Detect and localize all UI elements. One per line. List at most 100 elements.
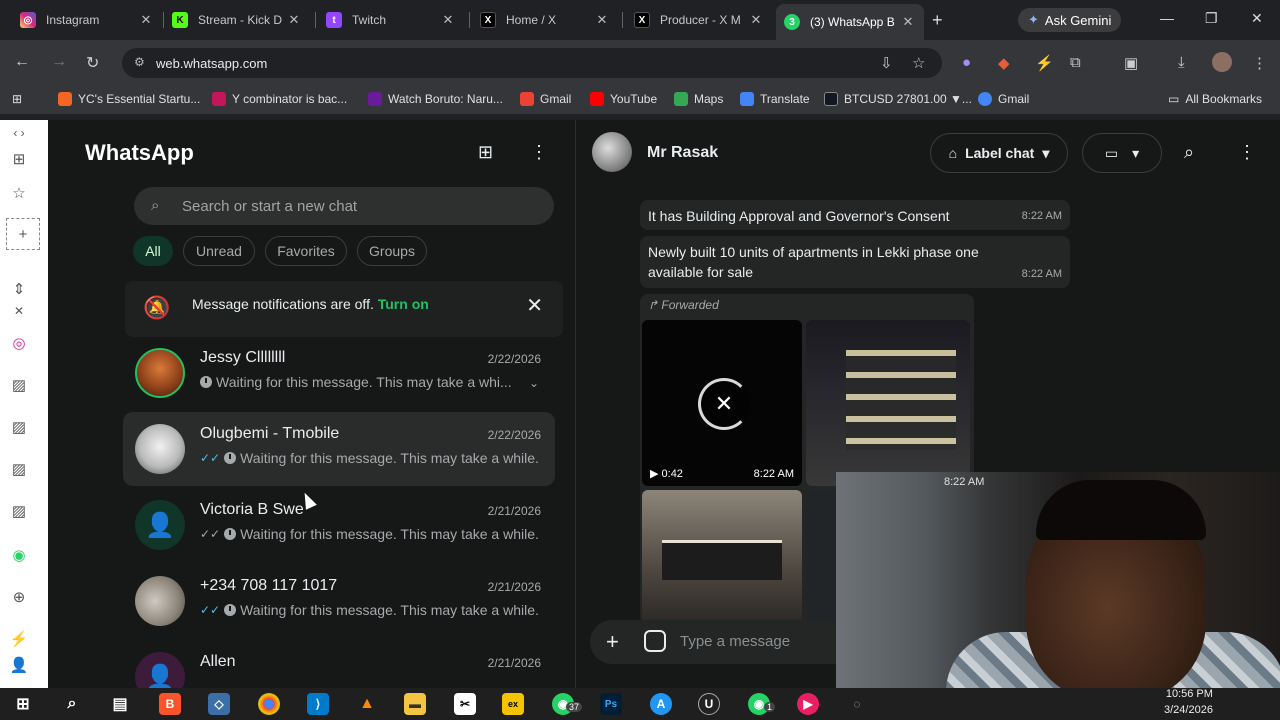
close-tab-icon[interactable]: ✕ <box>900 14 916 30</box>
extensions-puzzle-icon[interactable]: ⧉ <box>1070 54 1081 71</box>
tab-instagram[interactable]: ◎ Instagram ✕ <box>12 4 162 36</box>
browser-menu-icon[interactable]: ⋮ <box>1252 54 1267 72</box>
capcut-icon[interactable]: ✂ <box>454 693 476 715</box>
extension-icon[interactable]: ● <box>962 54 971 71</box>
new-tab-button[interactable]: + <box>932 10 943 31</box>
whatsapp-icon[interactable]: ◉ <box>8 544 30 566</box>
close-window-icon[interactable]: ✕ <box>1251 10 1263 27</box>
file-explorer-icon[interactable]: ▬ <box>404 693 426 715</box>
brave-icon[interactable]: B <box>159 693 181 715</box>
bookmark-item[interactable]: Watch Boruto: Naru... <box>368 92 503 106</box>
minimize-icon[interactable]: — <box>1160 10 1174 26</box>
bookmark-item[interactable]: Maps <box>674 92 723 106</box>
filter-groups[interactable]: Groups <box>357 236 427 266</box>
tab-home-x[interactable]: X Home / X ✕ <box>472 4 618 36</box>
filter-unread[interactable]: Unread <box>183 236 255 266</box>
new-chat-icon[interactable]: ⊞ <box>478 142 493 163</box>
chrome-icon[interactable] <box>258 693 280 715</box>
grid-icon[interactable]: ⊞ <box>8 148 30 170</box>
image-icon[interactable]: ▨ <box>8 500 30 522</box>
image-icon[interactable]: ▨ <box>8 374 30 396</box>
site-settings-icon[interactable]: ⚙ <box>134 55 145 69</box>
ask-gemini-button[interactable]: ✦ Ask Gemini <box>1018 8 1122 32</box>
task-view-icon[interactable]: ▤ <box>109 693 131 715</box>
close-tab-icon[interactable]: ✕ <box>748 12 764 28</box>
bookmark-item[interactable]: YC's Essential Startu... <box>58 92 200 106</box>
tab-kick[interactable]: K Stream - Kick D ✕ <box>164 4 310 36</box>
chat-list-item[interactable]: 👤 Victoria B Swe 2/21/2026 ✓✓ Waiting for… <box>123 488 555 562</box>
close-tab-icon[interactable]: ✕ <box>286 12 302 28</box>
add-circle-icon[interactable]: ⊕ <box>8 586 30 608</box>
profile-avatar[interactable] <box>1212 52 1232 72</box>
address-bar[interactable]: ⚙ web.whatsapp.com <box>122 48 942 78</box>
forward-icon[interactable]: → <box>51 53 67 71</box>
system-clock[interactable]: 10:56 PM 3/24/2026 <box>1164 686 1213 718</box>
close-icon[interactable]: ✕ <box>526 293 543 318</box>
bookmark-item[interactable]: Y combinator is bac... <box>212 92 347 106</box>
app-icon[interactable]: ◇ <box>208 693 230 715</box>
message-bubble[interactable]: Newly built 10 units of apartments in Le… <box>640 236 1070 288</box>
label-chat-button[interactable]: ⌂ Label chat ▾ <box>930 133 1068 173</box>
search-input[interactable]: ⌕ Search or start a new chat <box>134 187 554 225</box>
close-tab-icon[interactable]: ✕ <box>440 12 456 28</box>
unreal-icon[interactable]: U <box>698 693 720 715</box>
downloads-icon[interactable]: ⤓ <box>1178 54 1185 71</box>
image-thumbnail[interactable] <box>642 490 802 624</box>
lightning-extension-icon[interactable]: ⚡ <box>1035 54 1054 72</box>
tab-whatsapp[interactable]: 3 (3) WhatsApp B ✕ <box>776 4 924 40</box>
tab-twitch[interactable]: t Twitch ✕ <box>318 4 464 36</box>
chat-list-item[interactable]: Olugbemi - Tmobile 2/22/2026 ✓✓ Waiting f… <box>123 412 555 486</box>
turn-on-link[interactable]: Turn on <box>378 296 429 312</box>
close-tab-icon[interactable]: ✕ <box>594 12 610 28</box>
apps-grid-icon[interactable]: ⊞ <box>12 92 22 106</box>
bookmark-item[interactable]: BTCUSD 27801.00 ▼... <box>824 92 972 106</box>
restore-icon[interactable]: ❐ <box>1205 10 1218 27</box>
contact-name[interactable]: Mr Rasak <box>647 144 718 162</box>
bookmark-item[interactable]: Gmail <box>978 92 1029 106</box>
close-tab-icon[interactable]: ✕ <box>138 12 154 28</box>
attach-plus-icon[interactable]: + <box>606 629 619 655</box>
message-bubble[interactable]: It has Building Approval and Governor's … <box>640 200 1070 230</box>
person-icon[interactable]: 👤 <box>8 654 30 676</box>
chevron-left-icon[interactable]: ‹ › <box>8 122 30 144</box>
filter-all[interactable]: All <box>133 236 173 266</box>
menu-icon[interactable]: ⋮ <box>530 142 548 163</box>
video-thumbnail[interactable]: ✕ ▶ 0:42 8:22 AM <box>642 320 802 486</box>
extension-icon[interactable]: ◆ <box>998 54 1010 72</box>
menu-icon[interactable]: ⋮ <box>1238 142 1256 163</box>
video-call-button[interactable]: ▭ ▾ <box>1082 133 1162 173</box>
image-icon[interactable]: ▨ <box>8 416 30 438</box>
cancel-download-icon[interactable]: ✕ <box>698 378 750 430</box>
all-bookmarks-button[interactable]: ▭ All Bookmarks <box>1168 92 1262 106</box>
chevron-down-icon[interactable]: ⌄ <box>529 376 539 390</box>
chat-list-item[interactable]: +234 708 117 1017 2/21/2026 ✓✓ Waiting fo… <box>123 564 555 638</box>
search-icon[interactable]: ⌕ <box>61 693 83 715</box>
message-input[interactable]: Type a message <box>680 633 790 650</box>
expand-icon[interactable]: ⇕ <box>8 278 30 300</box>
vlc-icon[interactable]: ▲ <box>356 693 378 715</box>
tab-search-icon[interactable]: ▣ <box>1124 54 1138 72</box>
filter-favorites[interactable]: Favorites <box>265 236 347 266</box>
star-icon[interactable]: ☆ <box>8 182 30 204</box>
conversation-header[interactable]: Mr Rasak ⌂ Label chat ▾ ▭ ▾ ⌕ ⋮ <box>576 120 1280 184</box>
image-thumbnail[interactable] <box>806 320 970 486</box>
image-icon[interactable]: ▨ <box>8 458 30 480</box>
vscode-icon[interactable]: ⟩ <box>307 693 329 715</box>
exness-icon[interactable]: ex <box>502 693 524 715</box>
contact-avatar[interactable] <box>592 132 632 172</box>
chat-list-item[interactable]: Jessy Cllllllll 2/22/2026 Waiting for th… <box>123 336 555 410</box>
sticker-icon[interactable] <box>644 630 666 652</box>
windows-start-icon[interactable]: ⊞ <box>12 693 34 715</box>
photoshop-icon[interactable]: Ps <box>600 693 622 715</box>
bookmark-item[interactable]: Translate <box>740 92 810 106</box>
bookmark-item[interactable]: Gmail <box>520 92 571 106</box>
install-app-icon[interactable]: ⇩ <box>880 54 893 72</box>
bookmark-star-icon[interactable]: ☆ <box>912 54 925 72</box>
bookmark-item[interactable]: YouTube <box>590 92 657 106</box>
instagram-icon[interactable]: ◎ <box>8 332 30 354</box>
search-icon[interactable]: ⌕ <box>1184 142 1194 163</box>
app-icon[interactable]: ◌ <box>846 693 868 715</box>
close-icon[interactable]: ✕ <box>8 300 30 322</box>
add-icon[interactable]: + <box>6 218 40 250</box>
reload-icon[interactable]: ↻ <box>86 53 99 73</box>
